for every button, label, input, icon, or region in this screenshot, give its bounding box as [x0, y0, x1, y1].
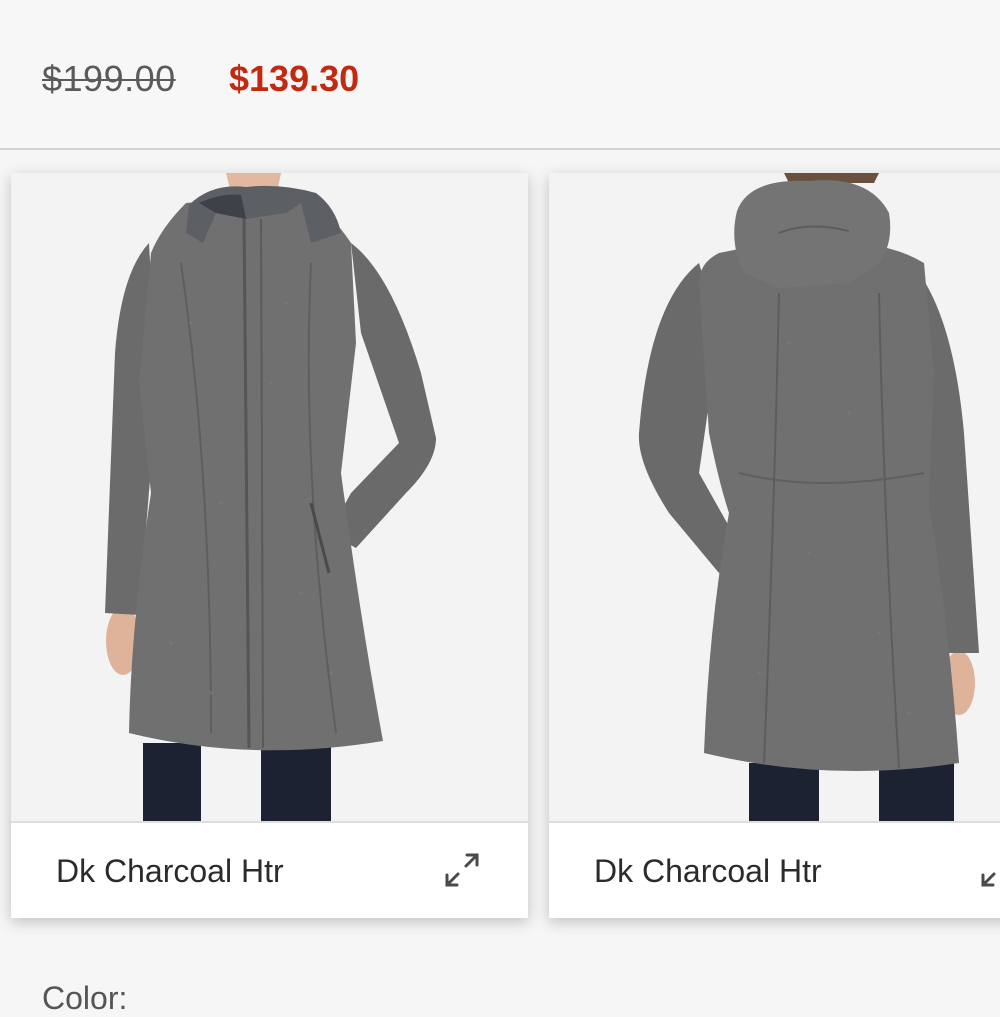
coat-back-image	[549, 173, 1000, 821]
product-image-card-front[interactable]: Dk Charcoal Htr	[11, 173, 528, 918]
product-photo-back[interactable]	[549, 173, 1000, 821]
sale-price: $139.30	[229, 58, 360, 99]
price-bar: $199.00 $139.30	[0, 0, 1000, 150]
color-section-label: Color:	[42, 980, 128, 1016]
color-name-label: Dk Charcoal Htr	[594, 853, 822, 889]
expand-icon[interactable]	[977, 849, 1000, 891]
image-caption: Dk Charcoal Htr	[11, 821, 528, 918]
original-price: $199.00	[42, 58, 176, 99]
color-name-label: Dk Charcoal Htr	[56, 853, 284, 889]
coat-front-image	[11, 173, 528, 821]
product-photo-front[interactable]	[11, 173, 528, 821]
image-caption: Dk Charcoal Htr	[549, 821, 1000, 918]
product-image-card-back[interactable]: Dk Charcoal Htr	[549, 173, 1000, 918]
expand-icon[interactable]	[441, 849, 483, 891]
